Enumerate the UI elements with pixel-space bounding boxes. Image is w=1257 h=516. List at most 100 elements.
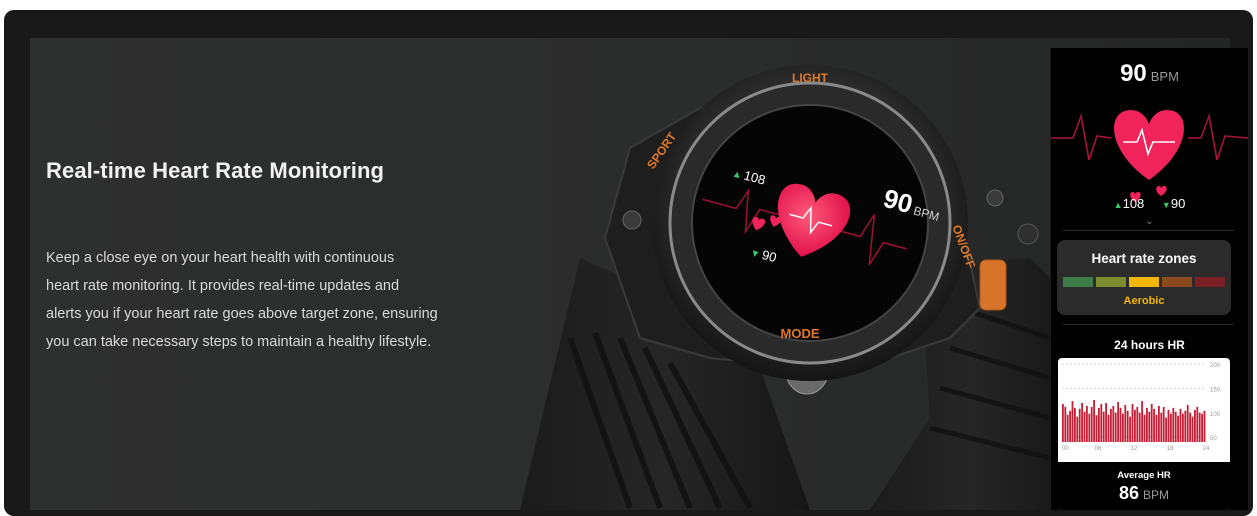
hr-bar <box>1122 413 1124 442</box>
hr-bar <box>1172 407 1175 442</box>
current-bpm-value: 90 <box>1120 60 1147 87</box>
hr-bar <box>1138 412 1141 442</box>
description-line: Keep a close eye on your heart health wi… <box>46 250 395 266</box>
hr-bar <box>1066 414 1069 442</box>
bezel-mode-label: MODE <box>781 326 820 341</box>
hr-bar <box>1167 409 1170 442</box>
hr-bar <box>1189 412 1191 442</box>
hr24-chart-card[interactable]: 200 150 100 50 00 06 12 18 24 Average HR 86 BPM <box>1058 358 1230 510</box>
hr-bar <box>1198 412 1201 442</box>
hr-bar <box>1150 403 1153 442</box>
average-unit: BPM <box>1143 488 1170 502</box>
current-bpm-unit: BPM <box>1150 69 1179 84</box>
description-line: heart rate monitoring. It provides real-… <box>46 278 400 294</box>
hr-bar <box>1129 416 1131 442</box>
hr-bar <box>1174 411 1177 442</box>
banner-frame: Real-time Heart Rate Monitoring Keep a c… <box>4 10 1253 516</box>
hr24-title: 24 hours HR <box>1114 338 1185 352</box>
hr-bar <box>1134 409 1136 442</box>
feature-copy: Real-time Heart Rate Monitoring Keep a c… <box>46 158 486 356</box>
hr-bar <box>1102 411 1105 442</box>
x-tick-label: 12 <box>1131 446 1138 452</box>
hr-range: ▲108 ▼90 <box>1113 196 1186 211</box>
y-tick-label: 100 <box>1210 412 1221 418</box>
y-tick-label: 200 <box>1210 363 1221 369</box>
hr-bar <box>1194 409 1196 442</box>
y-tick-label: 150 <box>1210 387 1221 393</box>
smartwatch-image: LIGHT SPORT ON/OFF MODE 90 BPM ▲ 108 ▼ 9… <box>520 65 1070 510</box>
hr-bar <box>1148 411 1151 442</box>
bezel-light-label: LIGHT <box>792 71 829 85</box>
zone-segment <box>1096 277 1126 287</box>
hr-bar <box>1162 406 1165 442</box>
hr-bar <box>1160 412 1163 442</box>
hr-bar <box>1158 405 1160 442</box>
hr-bar <box>1078 408 1081 442</box>
hr-bar <box>1062 403 1064 442</box>
hr-bar <box>1110 408 1112 442</box>
chevron-down-icon[interactable]: ⌄ <box>1051 216 1248 227</box>
hr-bar <box>1201 413 1203 442</box>
hr-bar <box>1086 405 1088 442</box>
x-tick-label: 06 <box>1095 446 1102 452</box>
description-line: you can take necessary steps to maintain… <box>46 334 432 350</box>
hr-bar <box>1105 403 1107 442</box>
average-hr: Average HR 86 BPM <box>1058 462 1230 510</box>
hr-bar <box>1153 408 1155 442</box>
hr-bar <box>1071 401 1074 442</box>
hr-bar <box>1203 410 1206 442</box>
feature-description: Keep a close eye on your heart health wi… <box>46 244 486 356</box>
hr-bar <box>1141 401 1143 442</box>
y-tick-label: 50 <box>1210 436 1217 442</box>
hr-bar <box>1186 404 1189 442</box>
hr-bar <box>1081 403 1083 442</box>
hr-bar <box>1182 413 1184 442</box>
hr-bar <box>1083 411 1086 442</box>
hr-bar <box>1143 414 1146 442</box>
hr-bar <box>1126 410 1129 442</box>
hr-bar <box>1090 406 1093 442</box>
hr-bar <box>1064 406 1067 442</box>
hr-bar <box>1095 415 1098 442</box>
description-line: alerts you if your heart rate goes above… <box>46 306 438 322</box>
average-label: Average HR <box>1117 470 1171 481</box>
x-tick-label: 24 <box>1203 446 1210 452</box>
hr-bar <box>1155 414 1158 442</box>
feature-title: Real-time Heart Rate Monitoring <box>46 158 385 183</box>
hr-bar <box>1177 415 1179 442</box>
divider <box>1063 324 1234 325</box>
hr-bar <box>1165 417 1167 442</box>
hr-bar <box>1098 407 1100 442</box>
hr-bar <box>1117 402 1119 442</box>
hr-bar <box>1124 404 1127 442</box>
hr-bar <box>1136 406 1139 442</box>
hr-bar <box>1184 410 1187 442</box>
divider <box>1063 230 1234 231</box>
average-value: 86 <box>1118 483 1139 503</box>
x-tick-label: 00 <box>1062 446 1069 452</box>
active-zone-label: Aerobic <box>1123 295 1165 307</box>
hr-bar <box>1069 410 1071 442</box>
hr-bar <box>1131 403 1134 442</box>
zone-segment <box>1162 277 1192 287</box>
phone-max-hr: 108 <box>1122 196 1145 211</box>
hr-bar <box>1146 407 1148 442</box>
hr24-chart: 200 150 100 50 00 06 12 18 24 <box>1062 363 1221 452</box>
zone-segment <box>1063 277 1093 287</box>
current-bpm: 90 BPM <box>1051 60 1248 88</box>
zone-segment <box>1129 277 1159 287</box>
heart-pulse-icon <box>1051 110 1248 202</box>
hr-bar <box>1119 407 1122 442</box>
hr-bar <box>1076 416 1079 442</box>
hr-bar <box>1170 413 1172 442</box>
hr-bar <box>1100 403 1103 442</box>
hr-bar <box>1093 400 1095 442</box>
phone-screen: 90 BPM ▲108 ▼90 ⌄ Heart rate zones Aerob… <box>1050 48 1248 510</box>
phone-min-hr: 90 <box>1170 196 1186 211</box>
zones-bar <box>1063 277 1225 287</box>
hr-bar <box>1088 413 1091 442</box>
hr-bar <box>1114 412 1117 442</box>
heart-rate-zones-card[interactable]: Heart rate zones Aerobic <box>1057 240 1231 315</box>
hr-bar <box>1179 408 1182 442</box>
hr-bar <box>1107 414 1110 442</box>
